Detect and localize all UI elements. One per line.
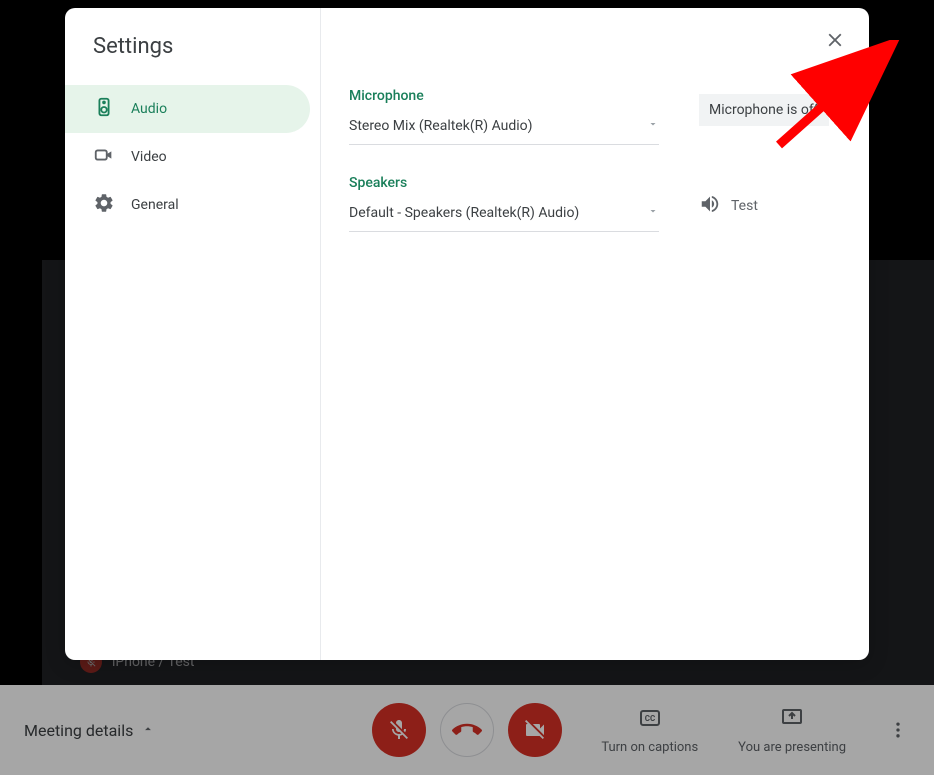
microphone-dropdown[interactable]: Stereo Mix (Realtek(R) Audio) xyxy=(349,112,659,145)
close-icon xyxy=(824,29,846,55)
test-speakers-button[interactable]: Test xyxy=(699,193,758,219)
video-icon xyxy=(93,144,115,170)
volume-icon xyxy=(699,193,721,219)
speakers-selected: Default - Speakers (Realtek(R) Audio) xyxy=(349,205,579,221)
settings-sidebar: Settings Audio Video General xyxy=(65,8,321,660)
microphone-label: Microphone xyxy=(349,88,659,104)
settings-title: Settings xyxy=(65,34,320,85)
microphone-status: Microphone is off xyxy=(699,94,829,126)
test-label: Test xyxy=(731,198,758,214)
sidebar-item-general[interactable]: General xyxy=(65,181,310,229)
sidebar-item-video[interactable]: Video xyxy=(65,133,310,181)
speaker-icon xyxy=(93,96,115,122)
speakers-label: Speakers xyxy=(349,175,659,191)
sidebar-item-label: Audio xyxy=(131,101,167,117)
sidebar-item-label: Video xyxy=(131,149,167,165)
caret-down-icon xyxy=(647,118,659,134)
caret-down-icon xyxy=(647,205,659,221)
close-button[interactable] xyxy=(815,22,855,62)
gear-icon xyxy=(93,192,115,218)
sidebar-item-label: General xyxy=(131,197,179,213)
settings-content: Microphone Stereo Mix (Realtek(R) Audio)… xyxy=(321,8,869,660)
sidebar-item-audio[interactable]: Audio xyxy=(65,85,310,133)
speakers-section: Speakers Default - Speakers (Realtek(R) … xyxy=(349,175,841,232)
microphone-section: Microphone Stereo Mix (Realtek(R) Audio)… xyxy=(349,88,841,145)
speakers-dropdown[interactable]: Default - Speakers (Realtek(R) Audio) xyxy=(349,199,659,232)
microphone-selected: Stereo Mix (Realtek(R) Audio) xyxy=(349,118,533,134)
settings-modal: Settings Audio Video General xyxy=(65,8,869,660)
